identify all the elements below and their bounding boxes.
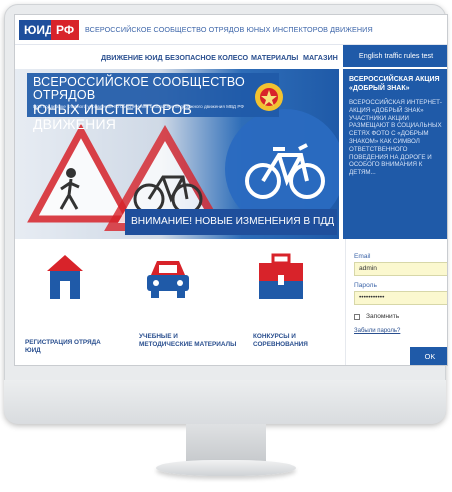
monitor-chin: [4, 380, 446, 424]
service-contests-label: КОНКУРСЫ И СОРЕВНОВАНИЯ: [253, 333, 308, 349]
service-contests-line2: СОРЕВНОВАНИЯ: [253, 341, 308, 348]
news-text: ВСЕРОССИЙСКАЯ ИНТЕРНЕТ-АКЦИЯ «ДОБРЫЙ ЗНА…: [349, 99, 442, 177]
service-materials-line1: УЧЕБНЫЕ И: [139, 333, 178, 340]
house-icon: [47, 255, 83, 299]
service-registration-label: РЕГИСТРАЦИЯ ОТРЯДА ЮИД: [25, 339, 101, 355]
site-header: ЮИД РФ ВСЕРОССИЙСКОЕ СООБЩЕСТВО ОТРЯДОВ …: [15, 15, 447, 45]
police-emblem-icon: [255, 83, 283, 111]
english-test-link[interactable]: English traffic rules test: [343, 45, 447, 67]
news-title[interactable]: ВСЕРОССИЙСКАЯ АКЦИЯ «ДОБРЫЙ ЗНАК»: [349, 75, 443, 93]
email-label: Email: [354, 253, 371, 260]
service-materials-label: УЧЕБНЫЕ И МЕТОДИЧЕСКИЕ МАТЕРИАЛЫ: [139, 333, 236, 349]
service-materials-line2: МЕТОДИЧЕСКИЕ МАТЕРИАЛЫ: [139, 341, 237, 348]
banner-notice[interactable]: ВНИМАНИЕ! НОВЫЕ ИЗМЕНЕНИЯ В ПДД: [125, 209, 337, 235]
nav-item-shop[interactable]: МАГАЗИН: [303, 53, 338, 62]
email-field[interactable]: admin: [354, 262, 447, 276]
remember-row[interactable]: Запомнить: [354, 313, 443, 320]
service-registration-line1: РЕГИСТРАЦИЯ ОТРЯДА: [25, 339, 101, 346]
password-field[interactable]: •••••••••••: [354, 291, 447, 305]
services-section: РЕГИСТРАЦИЯ ОТРЯДА ЮИД УЧЕБНЫЕ И МЕТОДИЧ…: [15, 239, 345, 365]
forgot-password-link[interactable]: Забыли пароль?: [354, 328, 443, 334]
monitor-stand: [186, 424, 266, 462]
nav-item-materials[interactable]: МАТЕРИАЛЫ: [251, 53, 298, 62]
case-icon: [259, 253, 303, 299]
news-panel[interactable]: ВСЕРОССИЙСКАЯ АКЦИЯ «ДОБРЫЙ ЗНАК» ВСЕРОС…: [343, 69, 447, 239]
nav-item-safe-wheel[interactable]: БЕЗОПАСНОЕ КОЛЕСО: [165, 53, 248, 62]
service-registration-line2: ЮИД: [25, 347, 41, 354]
banner-title-box: ВСЕРОССИЙСКОЕ СООБЩЕСТВО ОТРЯДОВ ЮНЫХ ИН…: [27, 73, 283, 132]
org-name: ВСЕРОССИЙСКОЕ СООБЩЕСТВО ОТРЯДОВ ЮНЫХ ИН…: [85, 25, 373, 34]
banner-title-line1: ВСЕРОССИЙСКОЕ СООБЩЕСТВО ОТРЯДОВ: [33, 75, 245, 102]
car-icon: [147, 261, 189, 298]
password-label: Пароль: [354, 282, 377, 289]
login-form: Email admin Пароль ••••••••••• Запомнить…: [345, 239, 447, 365]
hero-banner[interactable]: ВСЕРОССИЙСКОЕ СООБЩЕСТВО ОТРЯДОВ ЮНЫХ ИН…: [15, 69, 339, 239]
service-contests-line1: КОНКУРСЫ И: [253, 333, 296, 340]
nav-item-movement[interactable]: ДВИЖЕНИЕ ЮИД: [101, 53, 163, 62]
banner-subtitle: При поддержке Главного управления по обе…: [33, 104, 244, 109]
remember-label: Запомнить: [366, 313, 400, 320]
logo-rf[interactable]: РФ: [51, 20, 80, 40]
login-button[interactable]: OK: [410, 347, 447, 365]
monitor-base: [156, 460, 296, 476]
screen: ЮИД РФ ВСЕРОССИЙСКОЕ СООБЩЕСТВО ОТРЯДОВ …: [14, 14, 448, 366]
remember-checkbox[interactable]: [354, 313, 360, 320]
